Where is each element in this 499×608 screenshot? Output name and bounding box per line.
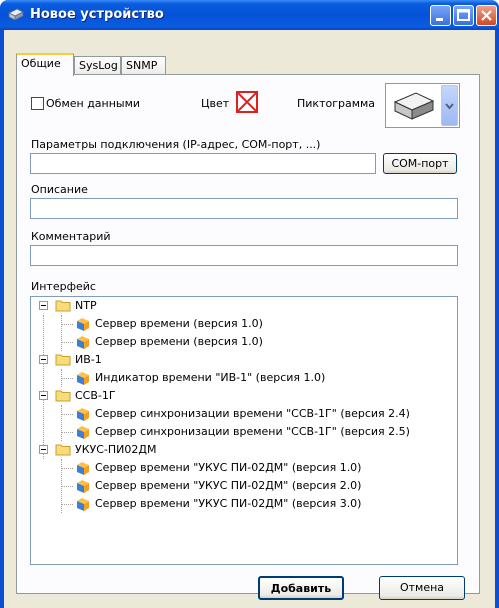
tab-snmp-label: SNMP bbox=[126, 59, 158, 72]
tab-general-label: Общие bbox=[21, 57, 61, 70]
tab-syslog-label: SysLog bbox=[79, 59, 118, 72]
tree-guide-line bbox=[61, 324, 73, 325]
time-server-icon bbox=[77, 318, 89, 331]
tree-item-label: Сервер времени (версия 1.0) bbox=[95, 335, 263, 348]
minimize-icon bbox=[436, 18, 443, 21]
tree-item-label: Сервер синхронизации времени "ССВ-1Г" (в… bbox=[95, 407, 410, 420]
description-label: Описание bbox=[31, 183, 88, 196]
device-icon bbox=[8, 8, 24, 21]
connection-label: Параметры подключения (IP-адрес, COM-пор… bbox=[31, 138, 321, 151]
tree-guide-line bbox=[61, 432, 73, 433]
comment-input[interactable] bbox=[30, 245, 458, 266]
folder-icon bbox=[55, 390, 71, 402]
folder-icon bbox=[55, 354, 71, 366]
com-port-button[interactable]: COM-порт bbox=[383, 153, 457, 174]
tree-item-label: Сервер времени "УКУС ПИ-02ДМ" (версия 3.… bbox=[95, 497, 362, 510]
tree-item[interactable]: Сервер времени (версия 1.0) bbox=[35, 315, 455, 333]
network-device-icon bbox=[393, 92, 435, 120]
time-server-icon bbox=[77, 336, 89, 349]
close-icon bbox=[481, 10, 492, 21]
collapse-icon[interactable] bbox=[39, 355, 48, 364]
tree-guide-line bbox=[61, 414, 73, 415]
tree-item-label: Сервер времени "УКУС ПИ-02ДМ" (версия 2.… bbox=[95, 479, 362, 492]
connection-input[interactable] bbox=[30, 153, 376, 174]
tree-item-label: Сервер синхронизации времени "ССВ-1Г" (в… bbox=[95, 425, 410, 438]
title-bar[interactable]: Новое устройство bbox=[0, 0, 499, 30]
tree-group-iv1[interactable]: ИВ-1 bbox=[35, 351, 455, 369]
maximize-icon bbox=[457, 9, 470, 21]
folder-icon bbox=[55, 300, 71, 312]
tree-item[interactable]: Сервер времени "УКУС ПИ-02ДМ" (версия 2.… bbox=[35, 477, 455, 495]
pictogram-select[interactable] bbox=[385, 83, 460, 128]
time-server-icon bbox=[77, 408, 89, 421]
exchange-label: Обмен данными bbox=[46, 97, 141, 110]
tree-group-ntp[interactable]: NTP bbox=[35, 297, 455, 315]
tree-group-label: NTP bbox=[75, 299, 97, 312]
tab-snmp[interactable]: SNMP bbox=[121, 56, 166, 75]
tree-group-ssv1g[interactable]: ССВ-1Г bbox=[35, 387, 455, 405]
maximize-button[interactable] bbox=[453, 5, 474, 26]
minimize-button[interactable] bbox=[430, 5, 451, 26]
time-server-icon bbox=[77, 462, 89, 475]
tree-group-label: ИВ-1 bbox=[75, 353, 102, 366]
pictogram-dropdown-button[interactable] bbox=[441, 85, 458, 126]
tab-syslog[interactable]: SysLog bbox=[74, 56, 121, 75]
tree-item-label: Сервер времени "УКУС ПИ-02ДМ" (версия 1.… bbox=[95, 461, 362, 474]
tree-guide-line bbox=[61, 504, 73, 505]
tree-item[interactable]: Сервер времени "УКУС ПИ-02ДМ" (версия 3.… bbox=[35, 495, 455, 513]
time-server-icon bbox=[77, 372, 89, 385]
time-server-icon bbox=[77, 480, 89, 493]
tree-item[interactable]: Сервер синхронизации времени "ССВ-1Г" (в… bbox=[35, 423, 455, 441]
folder-icon bbox=[55, 444, 71, 456]
interface-label: Интерфейс bbox=[31, 280, 96, 293]
time-server-icon bbox=[77, 498, 89, 511]
tree-guide-line bbox=[61, 342, 73, 343]
window-title: Новое устройство bbox=[30, 7, 164, 22]
cancel-button[interactable]: Отмена bbox=[379, 576, 465, 600]
collapse-icon[interactable] bbox=[39, 391, 48, 400]
pictogram-label: Пиктограмма bbox=[297, 97, 376, 110]
tree-item-label: Индикатор времени "ИВ-1" (версия 1.0) bbox=[95, 371, 326, 384]
interface-tree[interactable]: NTP Сервер времени (версия 1.0) Сервер в… bbox=[30, 296, 458, 565]
color-label: Цвет bbox=[201, 97, 230, 110]
chevron-down-icon bbox=[445, 103, 454, 110]
tree-group-label: ССВ-1Г bbox=[75, 389, 116, 402]
time-server-icon bbox=[77, 426, 89, 439]
tree-guide-line bbox=[61, 468, 73, 469]
tree-item[interactable]: Сервер синхронизации времени "ССВ-1Г" (в… bbox=[35, 405, 455, 423]
tree-item-label: Сервер времени (версия 1.0) bbox=[95, 317, 263, 330]
collapse-icon[interactable] bbox=[39, 301, 48, 310]
add-button[interactable]: Добавить bbox=[258, 576, 344, 600]
close-button[interactable] bbox=[476, 5, 497, 26]
tree-item[interactable]: Сервер времени (версия 1.0) bbox=[35, 333, 455, 351]
exchange-checkbox[interactable] bbox=[31, 97, 44, 110]
comment-label: Комментарий bbox=[31, 230, 111, 243]
tree-item[interactable]: Сервер времени "УКУС ПИ-02ДМ" (версия 1.… bbox=[35, 459, 455, 477]
color-swatch[interactable] bbox=[236, 91, 258, 113]
tree-group-ukus[interactable]: УКУС-ПИ02ДМ bbox=[35, 441, 455, 459]
tree-item[interactable]: Индикатор времени "ИВ-1" (версия 1.0) bbox=[35, 369, 455, 387]
tree-group-label: УКУС-ПИ02ДМ bbox=[75, 443, 157, 456]
tree-guide-line bbox=[61, 378, 73, 379]
description-input[interactable] bbox=[30, 198, 458, 219]
collapse-icon[interactable] bbox=[39, 445, 48, 454]
tree-guide-line bbox=[61, 486, 73, 487]
tab-general[interactable]: Общие bbox=[16, 53, 74, 76]
